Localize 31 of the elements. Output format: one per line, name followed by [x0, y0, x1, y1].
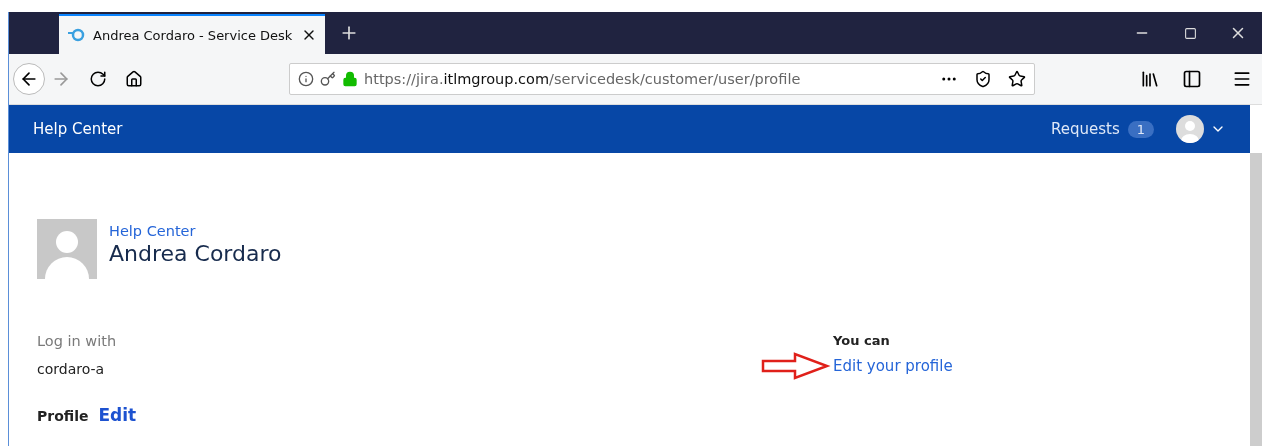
bookmark-star-icon[interactable]: [1008, 70, 1026, 88]
login-value: cordaro-a: [37, 361, 105, 377]
requests-link[interactable]: Requests: [1050, 120, 1120, 138]
menu-icon[interactable]: [1232, 69, 1252, 89]
user-avatar[interactable]: [1176, 115, 1204, 143]
sidebar-icon[interactable]: [1182, 69, 1202, 89]
edit-link[interactable]: Edit: [98, 405, 137, 425]
breadcrumb-link[interactable]: Help Center: [109, 223, 282, 239]
library-icon[interactable]: [1140, 69, 1160, 89]
reload-icon[interactable]: [89, 70, 107, 88]
profile-name: Andrea Cordaro: [109, 241, 282, 266]
url-text: https://jira.itlmgroup.com/servicedesk/customer/user/profile: [364, 71, 802, 87]
edit-profile-link[interactable]: Edit your profile: [833, 357, 953, 375]
requests-count: 1: [1127, 120, 1154, 138]
service-desk-icon: [67, 28, 85, 42]
you-can-label: You can: [833, 333, 891, 348]
login-label: Log in with: [37, 333, 118, 349]
home-icon[interactable]: [125, 70, 143, 88]
back-button[interactable]: [13, 63, 45, 95]
browser-tab[interactable]: Andrea Cordaro - Service Desk: [59, 14, 325, 54]
tab-title: Andrea Cordaro - Service Desk: [93, 27, 293, 43]
info-icon[interactable]: [298, 71, 314, 87]
profile-avatar: [37, 219, 97, 279]
help-center-link[interactable]: Help Center: [33, 120, 123, 138]
pointer-arrow: [761, 352, 831, 380]
lock-icon: [342, 71, 358, 87]
key-icon[interactable]: [320, 71, 336, 87]
scrollbar[interactable]: [1250, 153, 1262, 446]
address-bar[interactable]: https://jira.itlmgroup.com/servicedesk/customer/user/profile: [289, 63, 1035, 95]
section-title: Profile: [37, 408, 89, 424]
maximize-icon[interactable]: [1183, 26, 1197, 40]
